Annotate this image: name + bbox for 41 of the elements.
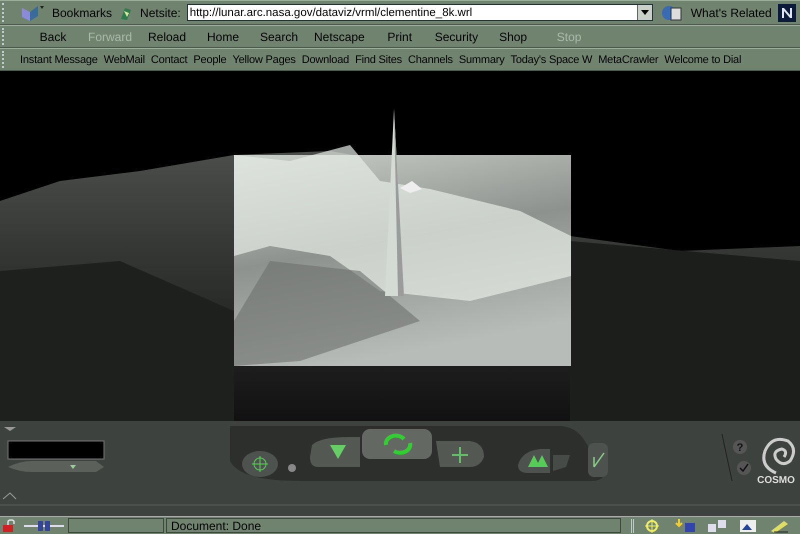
- personal-toolbar-link[interactable]: Yellow Pages: [232, 54, 296, 66]
- personal-toolbar-link[interactable]: People: [193, 54, 226, 66]
- personal-toolbar-link[interactable]: Welcome to Dial: [664, 54, 742, 66]
- url-field[interactable]: http://lunar.arc.nasa.gov/dataviz/vrml/clementine_8k.wrl: [186, 4, 653, 21]
- collapse-arrow-icon[interactable]: [4, 427, 16, 431]
- toolbar-button[interactable]: Security: [432, 30, 480, 44]
- lunar-terrain-drawing[interactable]: [0, 71, 800, 421]
- indicator-light-icon: [288, 464, 296, 472]
- toolbar-button[interactable]: Netscape: [312, 30, 367, 44]
- netsite-label: Netsite:: [140, 6, 181, 20]
- spiral-logo-icon: [762, 438, 796, 474]
- personal-toolbar-link[interactable]: Instant Message: [20, 54, 98, 66]
- toolbar-button[interactable]: Search: [256, 30, 302, 44]
- netscape-logo-icon[interactable]: [778, 4, 796, 22]
- cosmo-logo-text: COSMO: [757, 475, 795, 486]
- personal-toolbar-link[interactable]: Download: [302, 54, 350, 66]
- toolbar-button[interactable]: Shop: [490, 30, 536, 44]
- seek-button[interactable]: [242, 451, 278, 477]
- walk-mode-button[interactable]: [310, 437, 360, 467]
- panel-divider-line: [722, 434, 732, 482]
- tilt-button[interactable]: [518, 449, 570, 473]
- whats-related-button[interactable]: What's Related: [690, 6, 772, 20]
- personal-toolbar-link[interactable]: Find Sites: [355, 54, 402, 66]
- connection-icon: [22, 518, 66, 532]
- lock-icon[interactable]: [2, 518, 18, 532]
- toolbar-button[interactable]: Print: [376, 30, 423, 44]
- check-button[interactable]: [737, 461, 751, 475]
- personal-toolbar-link[interactable]: MetaCrawler: [598, 54, 658, 66]
- status-message: Document: Done: [166, 518, 621, 533]
- rotate-mode-button[interactable]: [362, 429, 432, 459]
- personal-toolbar-link[interactable]: Summary: [458, 54, 505, 66]
- personal-toolbar-link[interactable]: Today's Space W: [510, 54, 592, 66]
- personal-toolbar-link[interactable]: WebMail: [104, 54, 145, 66]
- viewpoint-switcher-control[interactable]: [8, 461, 104, 472]
- bookmarks-label[interactable]: Bookmarks: [52, 6, 112, 20]
- toolbar-button[interactable]: Home: [200, 30, 246, 44]
- personal-toolbar-link[interactable]: Contact: [150, 54, 188, 66]
- toolbar-button[interactable]: Reload: [144, 30, 190, 44]
- personal-toolbar-link[interactable]: Channels: [408, 54, 453, 66]
- pan-mode-button[interactable]: [436, 441, 484, 467]
- toolbar-button[interactable]: Back: [30, 30, 76, 44]
